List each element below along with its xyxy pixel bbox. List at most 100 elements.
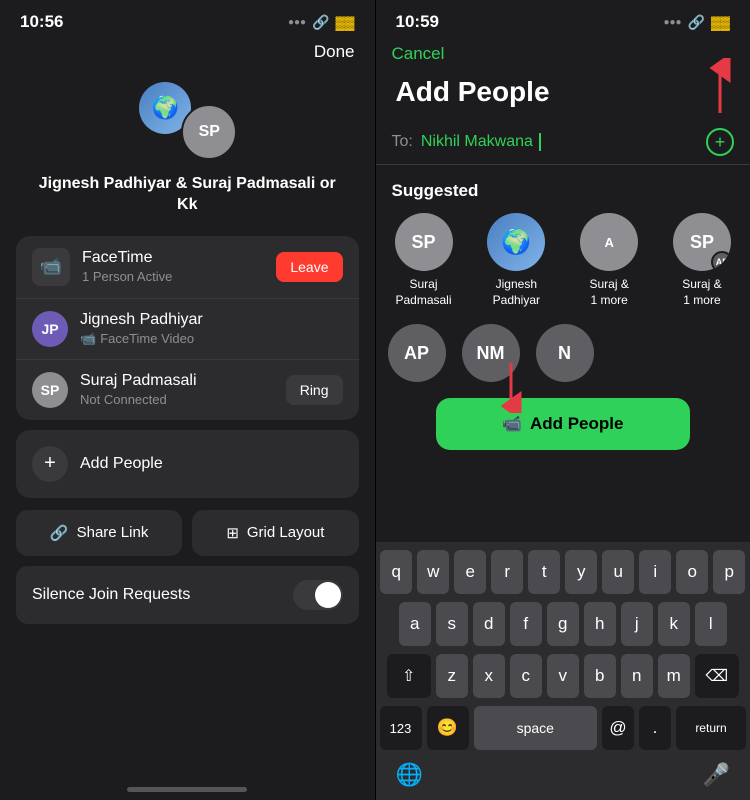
battery-right: ▓▓	[711, 15, 730, 30]
suggested-item-s1[interactable]: A Suraj &1 more	[573, 213, 645, 308]
video-icon-btn: 📹	[502, 414, 522, 434]
second-row-avatars: AP NM N	[376, 308, 750, 390]
key-space[interactable]: space	[474, 706, 598, 750]
key-m[interactable]: m	[658, 654, 690, 698]
plus-icon: +	[32, 446, 68, 482]
right-status-icons: ●●● 🔗 ▓▓	[663, 14, 730, 31]
sug-avatar-s1: A	[580, 213, 638, 271]
done-button[interactable]: Done	[314, 42, 355, 62]
key-q[interactable]: q	[380, 550, 412, 594]
key-y[interactable]: y	[565, 550, 597, 594]
add-contact-button[interactable]: +	[706, 128, 734, 156]
key-r[interactable]: r	[491, 550, 523, 594]
key-z[interactable]: z	[436, 654, 468, 698]
kb-row-1: q w e r t y u i o p	[380, 550, 747, 594]
key-p[interactable]: p	[713, 550, 745, 594]
to-field: To: Nikhil Makwana +	[376, 120, 750, 165]
group-name: Jignesh Padhiyar & Suraj Padmasali or Kk	[0, 174, 375, 216]
group-avatars: 🌍 SP	[137, 80, 237, 160]
sug-avatar-s2: SP AP	[673, 213, 731, 271]
key-j[interactable]: j	[621, 602, 653, 646]
key-shift[interactable]: ⇧	[387, 654, 431, 698]
suggested-item-sp[interactable]: SP SurajPadmasali	[388, 213, 460, 308]
add-people-title: Add People	[376, 68, 750, 120]
suggested-item-s2[interactable]: SP AP Suraj &1 more	[666, 213, 738, 308]
toggle-knob	[315, 582, 341, 608]
key-v[interactable]: v	[547, 654, 579, 698]
jignesh-sub: 📹 FaceTime Video	[80, 331, 343, 347]
add-people-row[interactable]: + Add People	[16, 430, 359, 498]
jignesh-info: Jignesh Padhiyar 📹 FaceTime Video	[80, 311, 343, 347]
suggested-item-jp[interactable]: 🌍 JigneshPadhiyar	[480, 213, 552, 308]
suraj-info: Suraj Padmasali Not Connected	[80, 372, 286, 407]
leave-button[interactable]: Leave	[276, 252, 342, 282]
key-h[interactable]: h	[584, 602, 616, 646]
key-123[interactable]: 123	[380, 706, 422, 750]
key-l[interactable]: l	[695, 602, 727, 646]
key-w[interactable]: w	[417, 550, 449, 594]
ring-button[interactable]: Ring	[286, 375, 343, 405]
key-e[interactable]: e	[454, 550, 486, 594]
to-label: To:	[392, 133, 413, 151]
left-panel: 10:56 ●●● 🔗 ▓▓ Done 🌍 SP Jignesh Padhiya…	[0, 0, 375, 800]
suggested-label: Suggested	[376, 173, 750, 213]
share-link-button[interactable]: 🔗 Share Link	[16, 510, 182, 556]
sug-name-jp: JigneshPadhiyar	[493, 277, 540, 308]
avatar-n[interactable]: N	[536, 324, 594, 382]
key-i[interactable]: i	[639, 550, 671, 594]
key-at[interactable]: @	[602, 706, 634, 750]
status-icons-left: ●●● 🔗 ▓▓	[288, 14, 355, 31]
video-icon: 📹	[40, 256, 62, 277]
key-n[interactable]: n	[621, 654, 653, 698]
cancel-button[interactable]: Cancel	[392, 40, 445, 67]
kb-row-3: ⇧ z x c v b n m ⌫	[380, 654, 747, 698]
text-cursor	[539, 133, 541, 151]
add-people-btn-label: Add People	[530, 414, 624, 434]
key-d[interactable]: d	[473, 602, 505, 646]
facetime-name: FaceTime	[82, 249, 276, 267]
key-b[interactable]: b	[584, 654, 616, 698]
key-k[interactable]: k	[658, 602, 690, 646]
key-return[interactable]: return	[676, 706, 746, 750]
key-delete[interactable]: ⌫	[695, 654, 739, 698]
silence-toggle[interactable]	[293, 580, 343, 610]
mic-icon[interactable]: 🎤	[703, 762, 730, 788]
key-o[interactable]: o	[676, 550, 708, 594]
key-f[interactable]: f	[510, 602, 542, 646]
key-c[interactable]: c	[510, 654, 542, 698]
key-s[interactable]: s	[436, 602, 468, 646]
time-left: 10:56	[20, 12, 63, 32]
call-item-facetime: 📹 FaceTime 1 Person Active Leave	[16, 236, 359, 299]
key-x[interactable]: x	[473, 654, 505, 698]
link-icon-btn: 🔗	[50, 524, 69, 542]
add-people-button[interactable]: 📹 Add People	[436, 398, 691, 450]
suggested-row: SP SurajPadmasali 🌍 JigneshPadhiyar A Su…	[376, 213, 750, 308]
grid-layout-label: Grid Layout	[247, 524, 325, 541]
add-contact-btn-area: +	[706, 128, 734, 156]
key-dot[interactable]: .	[639, 706, 671, 750]
jignesh-name: Jignesh Padhiyar	[80, 311, 343, 329]
silence-label: Silence Join Requests	[32, 586, 190, 604]
bottom-buttons: 🔗 Share Link ⊞ Grid Layout	[16, 510, 359, 556]
kb-bottom-bar: 🌐 🎤	[380, 758, 747, 796]
suraj-sub: Not Connected	[80, 392, 286, 407]
avatar-sp: SP	[181, 104, 237, 160]
badge-ap: AP	[711, 251, 731, 271]
call-list: 📹 FaceTime 1 Person Active Leave JP Jign…	[16, 236, 359, 420]
key-u[interactable]: u	[602, 550, 634, 594]
key-emoji[interactable]: 😊	[427, 706, 469, 750]
avatar-ap[interactable]: AP	[388, 324, 446, 382]
grid-layout-button[interactable]: ⊞ Grid Layout	[192, 510, 358, 556]
avatar-jp: JP	[32, 311, 68, 347]
call-item-suraj: SP Suraj Padmasali Not Connected Ring	[16, 360, 359, 420]
kb-row-2: a s d f g h j k l	[380, 602, 747, 646]
key-a[interactable]: a	[399, 602, 431, 646]
keyboard: q w e r t y u i o p a s d f g h j k l ⇧ …	[376, 542, 750, 800]
battery-left: ▓▓	[336, 15, 355, 30]
time-right: 10:59	[396, 12, 439, 32]
globe-icon[interactable]: 🌐	[396, 762, 423, 788]
key-g[interactable]: g	[547, 602, 579, 646]
key-t[interactable]: t	[528, 550, 560, 594]
sug-name-s2: Suraj &1 more	[682, 277, 721, 308]
cancel-area: Cancel	[376, 40, 750, 68]
